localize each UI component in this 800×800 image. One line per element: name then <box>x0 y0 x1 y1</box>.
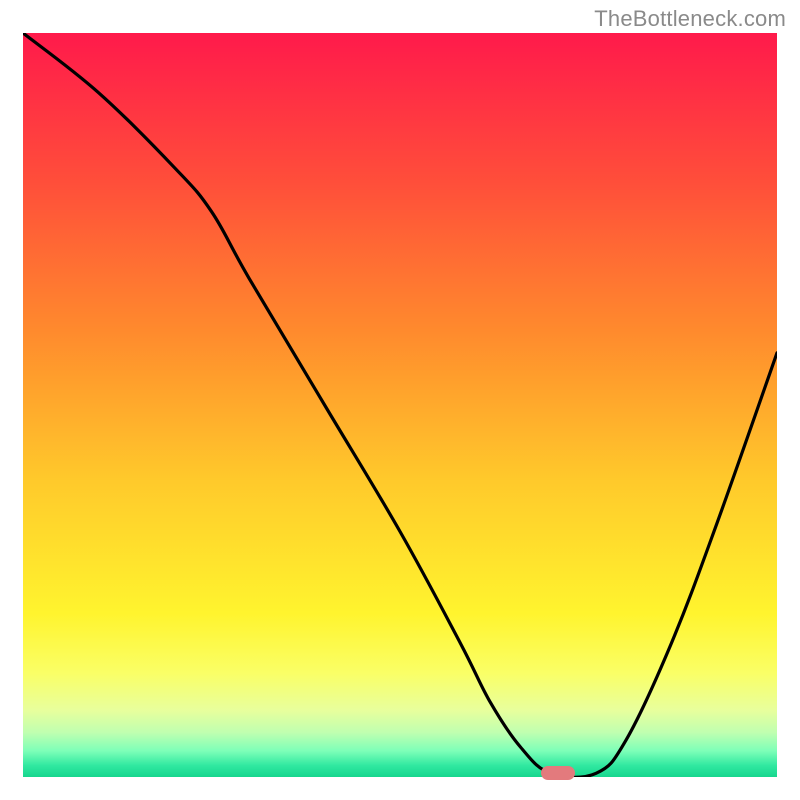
chart-container: TheBottleneck.com <box>0 0 800 800</box>
watermark-label: TheBottleneck.com <box>594 6 786 32</box>
chart-svg <box>23 33 777 777</box>
chart-frame <box>23 33 777 777</box>
optimal-marker <box>541 766 575 780</box>
gradient-background <box>23 33 777 777</box>
